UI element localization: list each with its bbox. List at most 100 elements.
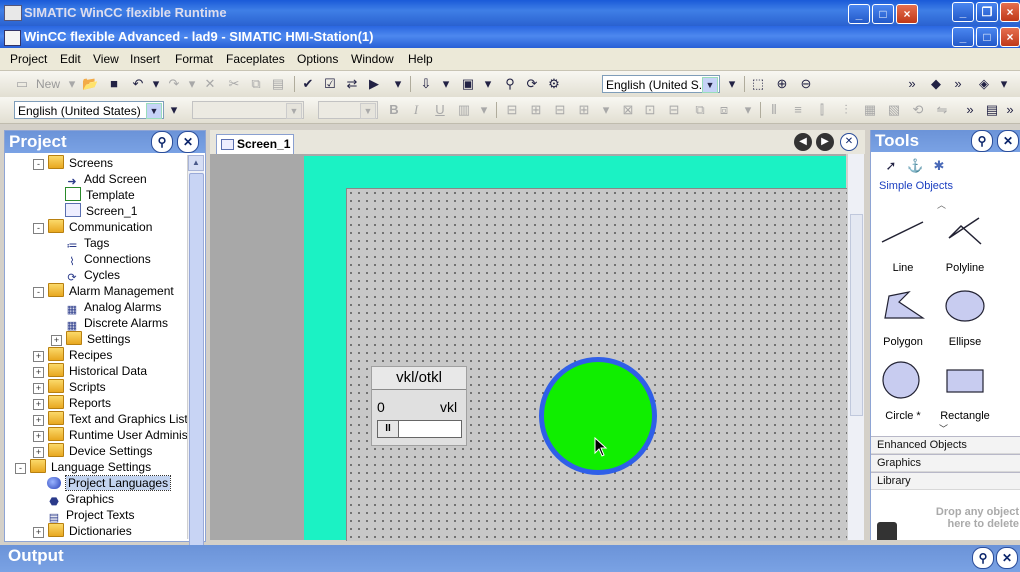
menu-window[interactable]: Window [351, 52, 394, 66]
network-icon[interactable]: ▣ [460, 76, 476, 92]
language-combo-toolbar[interactable]: English (United S... ▼ [602, 75, 720, 93]
tree-item[interactable]: ≔ Tags [5, 235, 110, 252]
chevron-down-icon[interactable]: ▼ [702, 77, 718, 93]
tree-item[interactable]: - Alarm Management [5, 283, 174, 299]
pin-icon[interactable]: ⚲ [971, 130, 993, 152]
expand-icon[interactable]: + [33, 383, 44, 394]
paste-icon[interactable]: ▤ [270, 76, 286, 92]
tree-item[interactable]: Project Languages [5, 475, 172, 491]
redo-icon[interactable]: ↷ [166, 76, 182, 92]
select-pointer-icon[interactable]: ➚ [883, 158, 899, 174]
library-group[interactable]: Library [871, 472, 1020, 490]
tree-item[interactable]: + Settings [5, 331, 130, 347]
tree-item[interactable]: ▦ Discrete Alarms [5, 315, 168, 332]
menu-faceplates[interactable]: Faceplates [226, 52, 285, 66]
zoom-in-icon[interactable]: ⊕ [774, 76, 790, 92]
group-icon[interactable]: ▦ [862, 102, 878, 118]
send-backward-icon[interactable]: ⧈ [716, 102, 732, 118]
tree-item[interactable]: + Reports [5, 395, 111, 411]
order-dropdown-icon[interactable]: ▾ [740, 102, 756, 118]
text-color-dropdown-icon[interactable]: ▾ [476, 102, 492, 118]
menu-help[interactable]: Help [408, 52, 433, 66]
same-width-icon[interactable]: ⊠ [620, 102, 636, 118]
zoom-area-icon[interactable]: ⬚ [750, 76, 766, 92]
switch-slider-handle[interactable]: II [378, 421, 399, 437]
scrollbar-thumb[interactable] [850, 214, 863, 416]
chevron-down-icon[interactable]: ▼ [146, 103, 162, 119]
layers-icon[interactable]: ▤ [984, 102, 1000, 118]
screen-background[interactable] [304, 156, 847, 541]
language-dropdown-icon[interactable]: ▾ [724, 76, 740, 92]
new-icon[interactable]: ▭ [14, 76, 30, 92]
expand-icon[interactable]: + [33, 367, 44, 378]
tree-item[interactable]: + Historical Data [5, 363, 147, 379]
pin-icon[interactable]: ⚲ [972, 547, 994, 569]
main-minimize-button[interactable]: _ [952, 27, 974, 47]
collapse-icon[interactable]: - [33, 223, 44, 234]
expand-icon[interactable]: + [33, 447, 44, 458]
open-icon[interactable]: 📂 [82, 76, 98, 92]
toolbar-overflow-icon[interactable]: » [1002, 102, 1018, 118]
tree-item[interactable]: ⌇ Connections [5, 251, 150, 268]
save-icon[interactable]: ■ [106, 76, 122, 92]
tool-polyline-label[interactable]: Polyline [935, 262, 995, 274]
tool-circle-label[interactable]: Circle * [873, 410, 933, 422]
graphics-group[interactable]: Graphics [871, 454, 1020, 472]
switch-track[interactable]: II [377, 420, 462, 438]
scroll-up-icon[interactable]: ▲ [188, 155, 204, 171]
status-circle[interactable] [539, 357, 657, 475]
copy-icon[interactable]: ⧉ [248, 76, 264, 92]
close-icon[interactable]: ✕ [996, 547, 1018, 569]
close-editor-icon[interactable]: ✕ [840, 133, 858, 151]
expand-icon[interactable]: + [33, 351, 44, 362]
tree-item[interactable]: + Dictionaries [5, 523, 132, 539]
italic-icon[interactable]: I [408, 102, 424, 118]
cut-icon[interactable]: ✂ [226, 76, 242, 92]
switch-widget[interactable]: vkl/otkl 0 vkl II [371, 366, 467, 446]
expand-icon[interactable]: + [51, 335, 62, 346]
tab-screen-1[interactable]: Screen_1 [216, 134, 294, 154]
expand-icon[interactable]: + [33, 527, 44, 538]
fill-color-icon[interactable]: ◈ [976, 76, 992, 92]
main-close-button[interactable]: × [1000, 27, 1020, 47]
align-top-icon[interactable]: ⊞ [576, 102, 592, 118]
close-icon[interactable]: ✕ [177, 131, 199, 153]
project-tree-scrollbar[interactable]: ▲ [187, 155, 204, 555]
align-dropdown-icon[interactable]: ▾ [598, 102, 614, 118]
distribute-vertical-icon[interactable]: ≡ [790, 102, 806, 118]
expand-icon[interactable]: + [33, 415, 44, 426]
align-center-icon[interactable]: ⊞ [528, 102, 544, 118]
outer-minimize-button[interactable]: _ [952, 2, 974, 22]
runtime-dropdown-icon[interactable]: ▾ [390, 76, 406, 92]
tool-ellipse-label[interactable]: Ellipse [935, 336, 995, 348]
polygon-icon[interactable] [879, 288, 927, 326]
language-combo-format[interactable]: English (United States) ▼ [14, 101, 164, 119]
expand-icon[interactable]: + [33, 431, 44, 442]
scrollbar-thumb[interactable] [189, 173, 204, 555]
delete-icon[interactable]: ✕ [202, 76, 218, 92]
align-left-icon[interactable]: ⊟ [504, 102, 520, 118]
underline-icon[interactable]: U [432, 102, 448, 118]
tree-item[interactable]: ▦ Analog Alarms [5, 299, 162, 316]
find-replace-icon[interactable]: ⟳ [524, 76, 540, 92]
tree-item[interactable]: - Language Settings [5, 459, 151, 475]
collapse-icon[interactable]: - [33, 287, 44, 298]
tool-polygon-label[interactable]: Polygon [873, 336, 933, 348]
toolbar-overflow-icon[interactable]: » [904, 76, 920, 92]
zoom-out-icon[interactable]: ⊖ [798, 76, 814, 92]
outer-restore-button[interactable]: ❐ [976, 2, 998, 22]
rectangle-icon[interactable] [943, 364, 991, 400]
enhanced-objects-group[interactable]: Enhanced Objects [871, 436, 1020, 454]
outer-close-button[interactable]: × [1000, 2, 1020, 22]
rotate-icon[interactable]: ⟲ [910, 102, 926, 118]
binoculars-icon[interactable]: ⚲ [502, 76, 518, 92]
tab-prev-icon[interactable]: ◀ [794, 133, 812, 151]
close-icon[interactable]: ✕ [997, 130, 1019, 152]
tree-item[interactable]: - Communication [5, 219, 152, 235]
tree-item[interactable]: ▤ Project Texts [5, 507, 135, 524]
scroll-up-icon[interactable]: ︿ [937, 198, 946, 211]
chevron-down-icon[interactable]: ▼ [360, 103, 376, 119]
download-icon[interactable]: ⇩ [418, 76, 434, 92]
scroll-down-icon[interactable]: ﹀ [939, 422, 948, 435]
pin-icon[interactable]: ⚲ [151, 131, 173, 153]
